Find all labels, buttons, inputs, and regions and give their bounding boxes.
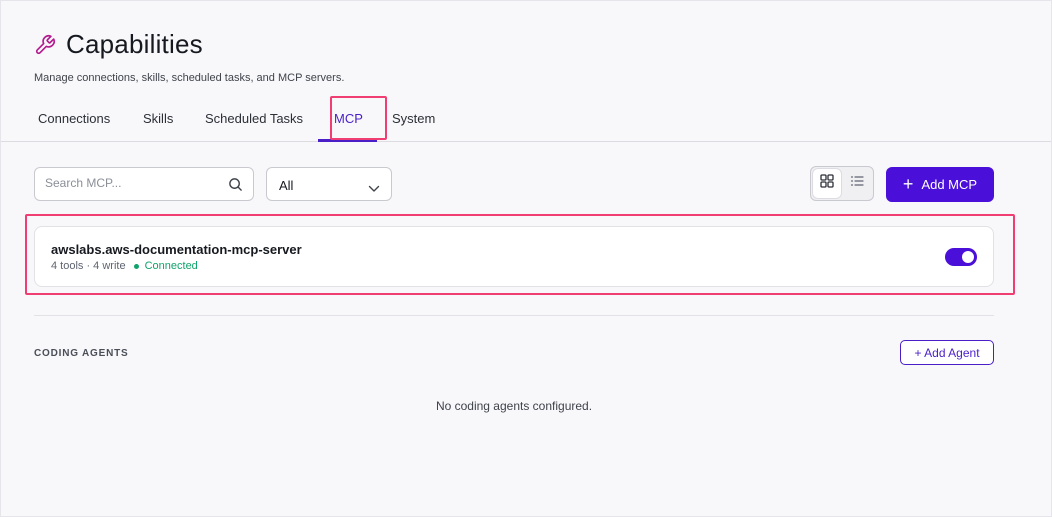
page-title: Capabilities (66, 29, 203, 59)
wrench-icon (34, 32, 58, 58)
capabilities-page: Capabilities Manage connections, skills,… (0, 0, 1052, 517)
server-tool-counts: 4 tools · 4 write (51, 260, 126, 272)
add-mcp-button[interactable]: + Add MCP (886, 167, 994, 202)
coding-agents-empty-state: No coding agents configured. (435, 399, 593, 413)
view-mode-toggle (810, 166, 874, 201)
server-name: awslabs.aws-documentation-mcp-server (51, 242, 302, 257)
tab-connections[interactable]: Connections (38, 111, 110, 126)
grid-view-button[interactable] (813, 169, 841, 198)
server-enabled-toggle[interactable] (945, 248, 977, 266)
page-subtitle: Manage connections, skills, scheduled ta… (34, 72, 345, 84)
plus-icon: + (902, 173, 914, 194)
search-box (34, 167, 254, 201)
tab-mcp[interactable]: MCP (334, 111, 363, 126)
add-mcp-label: Add MCP (921, 177, 978, 192)
status-dot-icon (133, 263, 139, 269)
section-divider (34, 315, 994, 316)
mcp-server-card[interactable]: awslabs.aws-documentation-mcp-server 4 t… (34, 226, 994, 287)
status-badge: Connected (144, 260, 198, 272)
toggle-knob (962, 251, 974, 263)
filter-select-value: All (279, 178, 294, 193)
tab-bar: Connections Skills Scheduled Tasks MCP S… (1, 101, 1051, 142)
tab-system[interactable]: System (392, 111, 435, 126)
filter-select[interactable]: All (266, 167, 392, 201)
tab-scheduled-tasks[interactable]: Scheduled Tasks (205, 111, 303, 126)
active-tab-indicator (318, 139, 377, 142)
search-icon[interactable] (228, 177, 243, 192)
list-view-button[interactable] (843, 169, 871, 198)
chevron-down-icon (368, 180, 380, 192)
page-header: Capabilities (34, 29, 203, 60)
grid-icon (820, 174, 834, 193)
add-agent-button[interactable]: + Add Agent (900, 340, 994, 365)
server-meta: 4 tools · 4 write Connected (51, 260, 198, 272)
list-icon (850, 174, 864, 193)
tab-skills[interactable]: Skills (143, 111, 173, 126)
coding-agents-heading: CODING AGENTS (34, 348, 129, 359)
search-input[interactable] (45, 176, 225, 190)
